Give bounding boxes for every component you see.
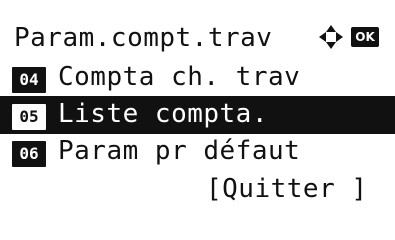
item-number-badge: 04 (12, 67, 46, 93)
panel-screen: Param.compt.trav OK 04 Compta ch. trav 0… (0, 0, 395, 218)
menu-item-label: Compta ch. trav (58, 62, 301, 92)
four-way-arrows-icon (319, 25, 343, 49)
item-number-badge: 06 (12, 141, 46, 167)
menu-item-param-pr-defaut[interactable]: 06 Param pr défaut (0, 133, 395, 171)
menu-item-label: Param pr défaut (58, 136, 301, 166)
item-number-badge: 05 (12, 104, 46, 130)
quit-button[interactable]: [Quitter ] (206, 174, 368, 204)
header-row: Param.compt.trav OK (0, 20, 395, 58)
footer-row: [Quitter ] (0, 171, 395, 209)
ok-icon: OK (351, 27, 379, 47)
menu-item-label: Liste compta. (58, 99, 268, 129)
menu-item-compta-ch-trav[interactable]: 04 Compta ch. trav (0, 59, 395, 97)
menu-item-liste-compta[interactable]: 05 Liste compta. (0, 96, 395, 134)
page-title: Param.compt.trav (14, 23, 273, 53)
